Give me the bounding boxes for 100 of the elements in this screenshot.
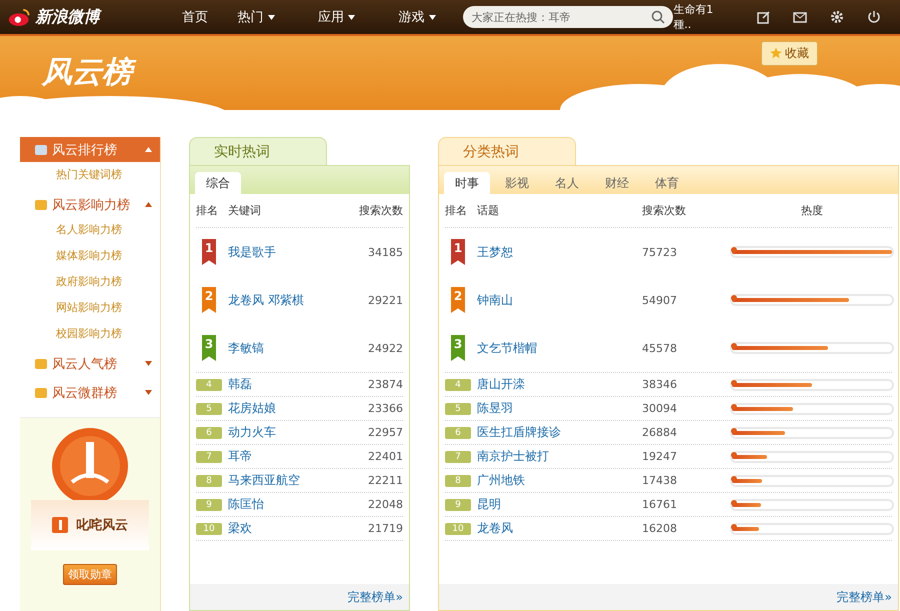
nav-link[interactable]: 首页: [182, 8, 238, 26]
dropdown-caret-icon: [268, 14, 275, 20]
rank-ribbon: 3: [451, 335, 465, 361]
collapse-icon: [145, 202, 152, 207]
dropdown-caret-icon: [428, 14, 436, 20]
search-count: 16208: [642, 522, 678, 535]
rank-badge: 4: [445, 378, 471, 390]
column-header: 搜索次数: [359, 203, 403, 218]
keyword-link[interactable]: 马来西亚航空: [228, 472, 368, 489]
keyword-link[interactable]: 我是歌手: [228, 244, 368, 260]
rank-badge: 8: [445, 474, 471, 486]
full-list-link[interactable]: 完整榜单»: [836, 588, 892, 606]
keyword-link[interactable]: 唐山开滦: [477, 376, 642, 393]
sidebar-item[interactable]: 媒体影响力榜: [20, 243, 160, 269]
group-label: 风云人气榜: [52, 356, 117, 372]
sidebar-item[interactable]: 名人影响力榜: [20, 217, 160, 243]
rank-badge: 7: [445, 450, 471, 462]
keyword-link[interactable]: 花房姑娘: [228, 400, 368, 417]
tab[interactable]: 名人: [544, 172, 590, 194]
keyword-link[interactable]: 龙卷风: [477, 520, 642, 537]
keyword-link[interactable]: 陈昱羽: [477, 400, 642, 417]
power-icon[interactable]: [866, 10, 881, 24]
search-count: 16761: [642, 498, 678, 511]
rank-badge: 6: [445, 426, 471, 438]
group-label: 风云微群榜: [52, 384, 117, 402]
search-count: 19247: [642, 450, 678, 463]
tab[interactable]: 财经: [594, 172, 640, 194]
rank-ribbon: 2: [451, 287, 465, 313]
search-count: 30094: [642, 402, 678, 415]
keyword-link[interactable]: 王梦恕: [477, 244, 642, 260]
keyword-link[interactable]: 梁欢: [228, 520, 368, 537]
rank-ribbon: 1: [202, 239, 216, 265]
badge-title: 叱咤风云: [76, 516, 128, 534]
rank-badge: 4: [196, 378, 222, 390]
keyword-link[interactable]: 医生扛盾牌接诊: [477, 424, 642, 441]
nav-link[interactable]: 热门: [238, 8, 318, 26]
column-header: 排名: [445, 203, 468, 218]
eye-logo-icon: [8, 6, 32, 28]
sidebar-group[interactable]: 风云微群榜: [20, 380, 160, 405]
keyword-link[interactable]: 耳帝: [228, 448, 368, 465]
group-icon: [34, 358, 48, 370]
search-count: 29221: [368, 294, 403, 306]
search-count: 21719: [368, 522, 403, 535]
keyword-link[interactable]: 韩磊: [228, 376, 368, 393]
column-header: 排名: [196, 203, 219, 218]
search-count: 17438: [642, 474, 678, 487]
edit-icon[interactable]: [757, 10, 770, 24]
search-count: 75723: [642, 246, 678, 258]
star-icon: [770, 47, 782, 59]
rank-badge: 6: [196, 426, 222, 438]
search-count: 22048: [368, 498, 403, 511]
panel-title: 分类热词: [438, 137, 576, 165]
tab[interactable]: 综合: [195, 172, 241, 194]
search-count: 45578: [642, 342, 678, 354]
rank-badge: 9: [196, 498, 222, 510]
sidebar-group[interactable]: 风云排行榜: [20, 137, 160, 162]
group-label: 风云影响力榜: [52, 196, 130, 214]
sidebar-item[interactable]: 政府影响力榜: [20, 269, 160, 295]
keyword-link[interactable]: 李敏镐: [228, 340, 368, 356]
tab[interactable]: 时事: [444, 172, 490, 194]
mail-icon[interactable]: [793, 12, 808, 22]
keyword-link[interactable]: 文乞节楷帽: [477, 340, 642, 356]
search-count: 26884: [642, 426, 678, 439]
column-header: 热度: [801, 203, 823, 218]
keyword-link[interactable]: 广州地铁: [477, 472, 642, 489]
rank-ribbon: 3: [202, 335, 216, 361]
favorite-button[interactable]: 收藏: [761, 40, 818, 66]
rank-badge: 10: [196, 522, 222, 534]
search-count: 24922: [368, 342, 403, 354]
nav-link[interactable]: 应用: [318, 8, 399, 26]
keyword-link[interactable]: 龙卷风 邓紫棋: [228, 292, 368, 308]
keyword-link[interactable]: 动力火车: [228, 424, 368, 441]
user-name[interactable]: 生命有1種..: [673, 2, 726, 32]
search-count: 38346: [642, 378, 678, 391]
nav-link[interactable]: 游戏: [398, 8, 462, 26]
sidebar-group[interactable]: 风云影响力榜: [20, 192, 160, 217]
expand-icon: [145, 390, 152, 395]
keyword-link[interactable]: 陈匡怡: [228, 496, 368, 513]
settings-icon[interactable]: [830, 10, 844, 24]
search-icon[interactable]: [651, 10, 666, 24]
site-logo[interactable]: 新浪微博: [35, 6, 134, 28]
medal-small-icon: [52, 517, 68, 533]
search-count: 22211: [368, 474, 403, 487]
collapse-icon: [145, 147, 152, 152]
tab[interactable]: 影视: [494, 172, 540, 194]
sidebar-item[interactable]: 校园影响力榜: [20, 321, 160, 347]
search-count: 23366: [368, 402, 403, 415]
full-list-link[interactable]: 完整榜单»: [348, 588, 403, 606]
tab[interactable]: 体育: [644, 172, 690, 194]
rank-ribbon: 2: [202, 287, 216, 313]
keyword-link[interactable]: 昆明: [477, 496, 642, 513]
sidebar-group[interactable]: 风云人气榜: [20, 351, 160, 376]
rank-badge: 10: [445, 522, 471, 534]
rank-badge: 8: [196, 474, 222, 486]
sidebar-item[interactable]: 热门关键词榜: [20, 162, 160, 188]
sidebar-item[interactable]: 网站影响力榜: [20, 295, 160, 321]
keyword-link[interactable]: 钟南山: [477, 292, 642, 308]
search-field[interactable]: 大家正在热搜：耳帝: [463, 6, 674, 28]
keyword-link[interactable]: 南京护士被打: [477, 448, 642, 465]
search-count: 22401: [368, 450, 403, 463]
